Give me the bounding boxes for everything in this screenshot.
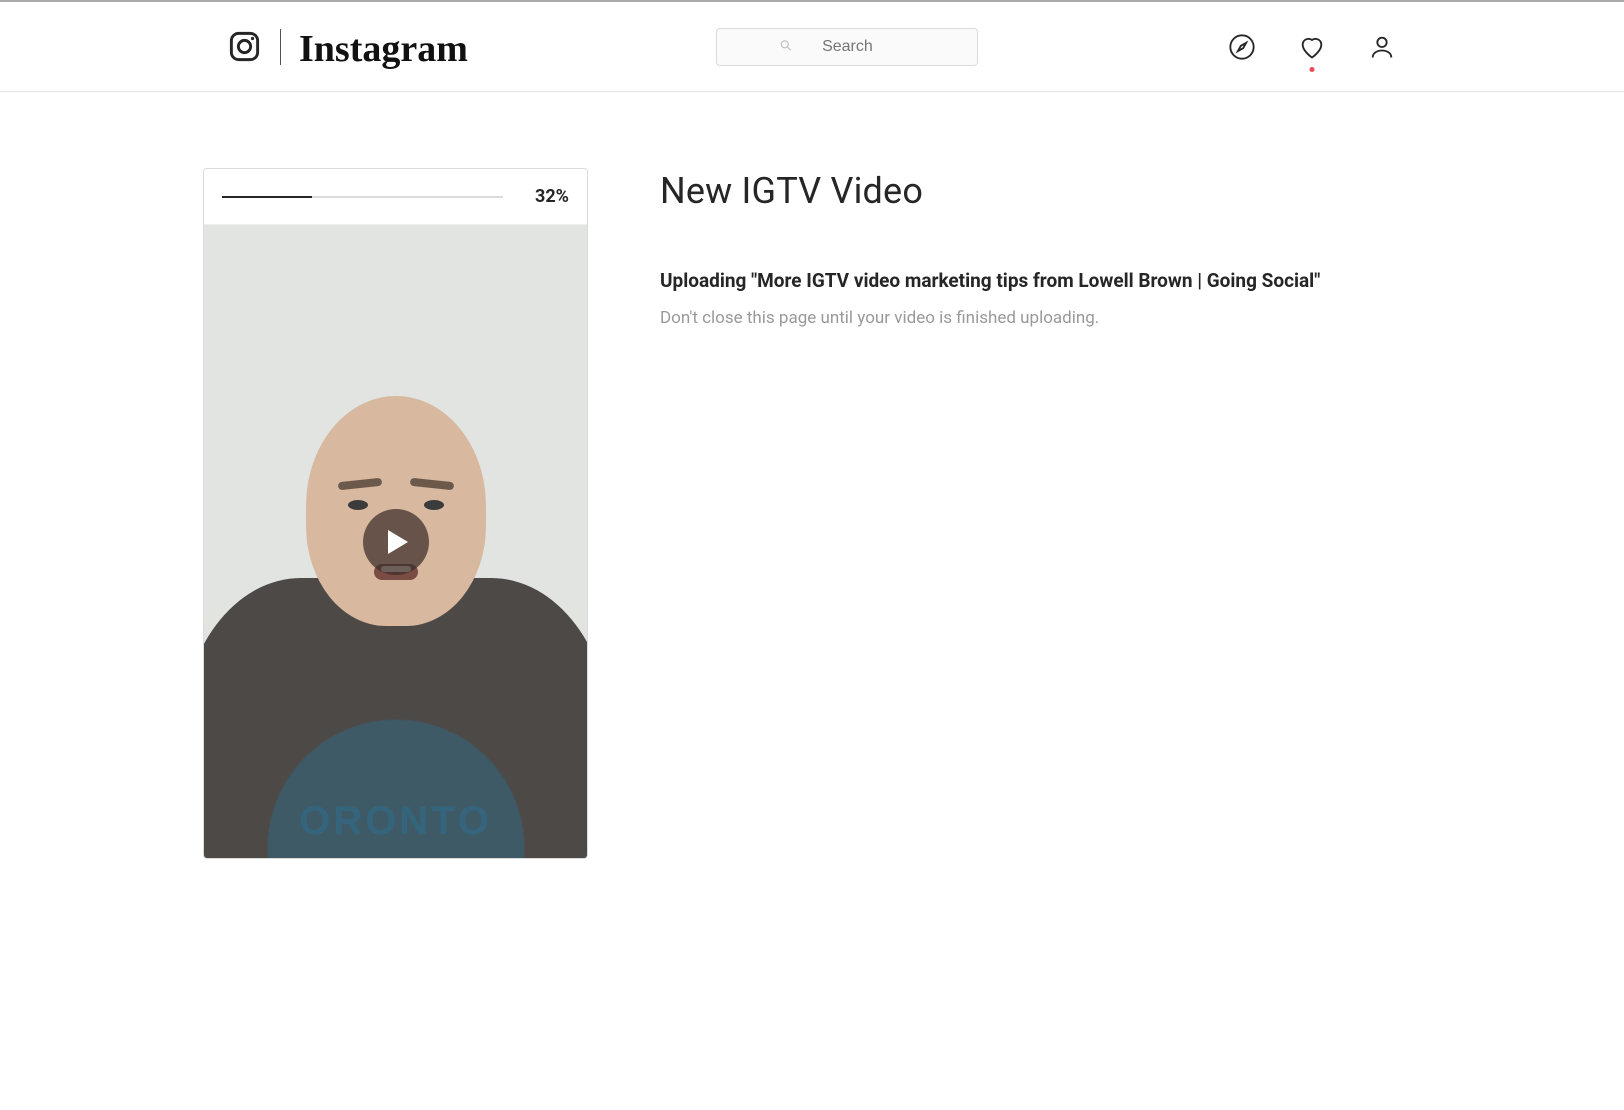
upload-progress-fill xyxy=(222,196,312,198)
app-header: Instagram xyxy=(0,2,1624,92)
activity-heart-icon[interactable] xyxy=(1297,32,1327,62)
upload-progress-percent: 32% xyxy=(523,186,569,207)
explore-icon[interactable] xyxy=(1227,32,1257,62)
thumbnail-shirt-text: ORONTO xyxy=(299,799,492,844)
search-input[interactable] xyxy=(716,28,978,66)
play-button[interactable] xyxy=(363,509,429,575)
brand[interactable]: Instagram xyxy=(227,25,468,69)
play-icon xyxy=(388,530,408,554)
content-row: 32% ORONTO xyxy=(197,168,1427,859)
search-wrap xyxy=(716,28,978,66)
nav-icons xyxy=(1227,32,1397,62)
brand-divider xyxy=(280,29,281,65)
brand-wordmark: Instagram xyxy=(299,27,468,71)
video-thumbnail: ORONTO xyxy=(204,225,587,858)
upload-details: New IGTV Video Uploading "More IGTV vide… xyxy=(660,168,1421,859)
instagram-glyph-icon xyxy=(227,29,262,64)
main-content: 32% ORONTO xyxy=(0,92,1624,899)
video-preview-card: 32% ORONTO xyxy=(203,168,588,859)
upload-note-line: Don't close this page until your video i… xyxy=(660,308,1421,328)
notification-dot-icon xyxy=(1309,67,1314,72)
page-title: New IGTV Video xyxy=(660,170,1421,212)
upload-status-line: Uploading "More IGTV video marketing tip… xyxy=(660,268,1421,294)
profile-icon[interactable] xyxy=(1367,32,1397,62)
upload-progress-row: 32% xyxy=(204,169,587,225)
upload-progress-track xyxy=(222,196,503,198)
header-inner: Instagram xyxy=(197,2,1427,91)
